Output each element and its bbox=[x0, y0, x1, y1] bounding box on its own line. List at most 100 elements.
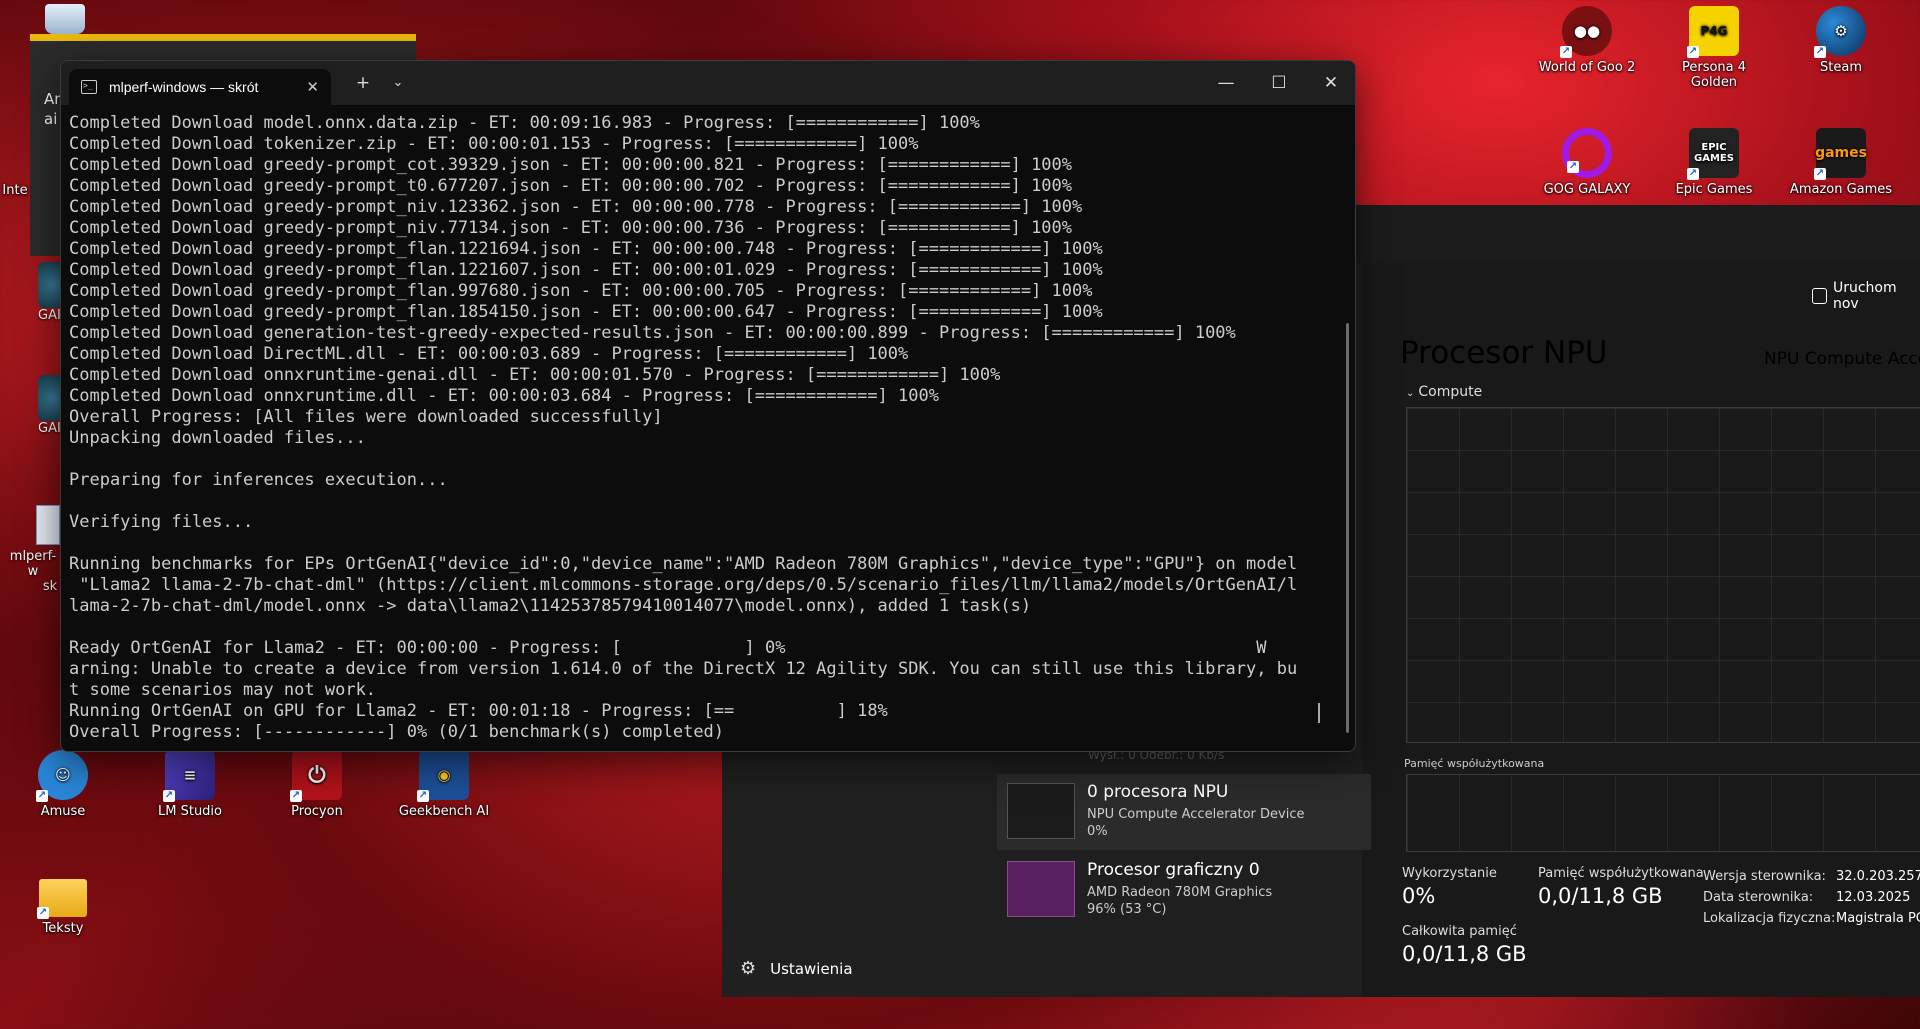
stat-total-memory: Całkowita pamięć 0,0/11,8 GB bbox=[1402, 924, 1527, 966]
desktop-icon-label: Procyon bbox=[291, 804, 343, 819]
desktop-icon-steam[interactable]: ⚙ Steam bbox=[1786, 6, 1896, 75]
run-new-task-button[interactable]: Uruchom nov bbox=[1812, 280, 1920, 312]
gear-icon: ⚙ bbox=[740, 958, 757, 979]
compute-graph-selector[interactable]: ⌄ Compute bbox=[1406, 384, 1482, 400]
tab-title: mlperf-windows — skrót bbox=[109, 79, 259, 95]
terminal-line: Running OrtGenAI on GPU for Llama2 - ET:… bbox=[69, 701, 888, 721]
terminal-line: Completed Download DirectML.dll - ET: 00… bbox=[69, 344, 909, 364]
terminal-line: Completed Download greedy-prompt_t0.6772… bbox=[69, 176, 1073, 196]
tab-dropdown-button[interactable]: ⌄ bbox=[383, 69, 413, 97]
terminal-line: Overall Progress: [------------] 0% (0/1… bbox=[69, 722, 725, 742]
desktop-icon-label: Amazon Games bbox=[1789, 182, 1893, 197]
device-name: 0 procesora NPU bbox=[1087, 782, 1229, 802]
maximize-button[interactable]: ☐ bbox=[1264, 69, 1294, 97]
page-title: Procesor NPU bbox=[1400, 335, 1608, 371]
new-tab-button[interactable]: + bbox=[348, 69, 378, 97]
world-of-goo-icon: ●● bbox=[1560, 6, 1612, 58]
desktop-icon-mlperf[interactable]: mlperf-w sk bbox=[6, 505, 60, 594]
desktop-icon-amazon[interactable]: games Amazon Games bbox=[1786, 128, 1896, 197]
terminal-icon: >_ bbox=[81, 80, 97, 94]
desktop-icon-label: Epic Games bbox=[1675, 182, 1753, 197]
terminal-window[interactable]: >_ mlperf-windows — skrót ✕ + ⌄ — ☐ ✕ Co… bbox=[60, 60, 1356, 752]
recycle-bin-icon bbox=[45, 4, 85, 34]
compute-graph bbox=[1406, 407, 1920, 743]
run-new-task-label: Uruchom nov bbox=[1832, 280, 1897, 312]
desktop-icon-amuse[interactable]: ☺ Amuse bbox=[8, 750, 118, 819]
close-window-button[interactable]: ✕ bbox=[1316, 69, 1346, 97]
terminal-tab[interactable]: >_ mlperf-windows — skrót ✕ bbox=[69, 69, 331, 105]
stat-label: Wykorzystanie bbox=[1402, 866, 1497, 881]
desktop-icon-gog[interactable]: GOG GALAXY bbox=[1532, 128, 1642, 197]
driver-date-label: Data sterownika: bbox=[1703, 890, 1814, 905]
terminal-line: Verifying files... bbox=[69, 512, 254, 532]
desktop-icon-label: Inte bbox=[2, 183, 28, 198]
desktop-icon-lmstudio[interactable]: ≡ LM Studio bbox=[135, 750, 245, 819]
device-desc: NPU Compute Accelerator Device bbox=[1087, 807, 1305, 822]
desktop-icon-geekbench[interactable]: ◉ Geekbench AI bbox=[389, 750, 499, 819]
terminal-line: Completed Download greedy-prompt_flan.99… bbox=[69, 281, 1093, 301]
stat-usage: Wykorzystanie 0% bbox=[1402, 866, 1497, 908]
device-usage: 96% (53 °C) bbox=[1087, 902, 1167, 917]
driver-version-label: Wersja sterownika: bbox=[1703, 869, 1826, 884]
terminal-output[interactable]: Completed Download model.onnx.data.zip -… bbox=[69, 113, 1333, 743]
terminal-line: Preparing for inferences execution... bbox=[69, 470, 448, 490]
desktop-icon-epic[interactable]: EPIC GAMES Epic Games bbox=[1659, 128, 1769, 197]
desktop-icon-label: Amuse bbox=[40, 804, 86, 819]
terminal-line: arning: Unable to create a device from v… bbox=[69, 659, 1298, 679]
desktop-icon-label: GOG GALAXY bbox=[1543, 182, 1631, 197]
terminal-line: Completed Download greedy-prompt_flan.12… bbox=[69, 260, 1103, 280]
epic-games-icon: EPIC GAMES bbox=[1687, 128, 1739, 180]
amuse-icon: ☺ bbox=[36, 750, 88, 802]
terminal-titlebar[interactable]: >_ mlperf-windows — skrót ✕ + ⌄ — ☐ ✕ bbox=[61, 61, 1355, 105]
terminal-line: Unpacking downloaded files... bbox=[69, 428, 366, 448]
terminal-line: Overall Progress: [All files were downlo… bbox=[69, 407, 663, 427]
terminal-line: Completed Download generation-test-greed… bbox=[69, 323, 1236, 343]
stat-value: 0% bbox=[1402, 884, 1436, 908]
desktop-icon-label: Persona 4 Golden bbox=[1681, 60, 1747, 90]
terminal-line: Completed Download greedy-prompt_niv.123… bbox=[69, 197, 1083, 217]
desktop-icon-label: mlperf-w bbox=[9, 549, 57, 579]
device-thumbnail bbox=[1007, 861, 1075, 917]
desktop-icon-world-of-goo[interactable]: ●● World of Goo 2 bbox=[1532, 6, 1642, 75]
driver-info-values: 32.0.203.257 12.03.2025 Magistrala PCI bbox=[1836, 866, 1920, 929]
device-name: Procesor graficzny 0 bbox=[1087, 860, 1260, 880]
geekbench-icon: ◉ bbox=[417, 750, 469, 802]
terminal-line: "Llama2 llama-2-7b-chat-dml" (https://cl… bbox=[69, 575, 1298, 595]
terminal-scrollbar[interactable] bbox=[1346, 323, 1349, 733]
minimize-button[interactable]: — bbox=[1211, 69, 1241, 97]
file-icon bbox=[36, 505, 60, 545]
desktop-icon-recycle-bin[interactable] bbox=[40, 4, 90, 34]
terminal-line: lama-2-7b-chat-dml/model.onnx -> data\ll… bbox=[69, 596, 1032, 616]
desktop-icon-label: Teksty bbox=[42, 921, 84, 936]
terminal-line: Completed Download greedy-prompt_flan.18… bbox=[69, 302, 1103, 322]
terminal-line: Completed Download onnxruntime-genai.dll… bbox=[69, 365, 1001, 385]
desktop-icon-label: Geekbench AI bbox=[398, 804, 490, 819]
terminal-cursor bbox=[1318, 703, 1320, 723]
driver-version-value: 32.0.203.257 bbox=[1836, 869, 1920, 884]
terminal-line: t some scenarios may not work. bbox=[69, 680, 377, 700]
desktop-icon-teksty[interactable]: Teksty bbox=[8, 873, 118, 936]
lm-studio-icon: ≡ bbox=[163, 750, 215, 802]
stat-value: 0,0/11,8 GB bbox=[1538, 884, 1663, 908]
settings-button[interactable]: ⚙ Ustawienia bbox=[740, 958, 853, 979]
device-row-npu[interactable]: 0 procesora NPU NPU Compute Accelerator … bbox=[997, 774, 1371, 850]
terminal-line: Completed Download greedy-prompt_cot.393… bbox=[69, 155, 1073, 175]
stat-value: 0,0/11,8 GB bbox=[1402, 942, 1527, 966]
stat-label: Całkowita pamięć bbox=[1402, 924, 1517, 939]
driver-info-labels: Wersja sterownika: Data sterownika: Loka… bbox=[1703, 866, 1835, 929]
terminal-line: Ready OrtGenAI for Llama2 - ET: 00:00:00… bbox=[69, 638, 1267, 658]
amazon-games-icon: games bbox=[1814, 128, 1867, 180]
terminal-line: Completed Download onnxruntime.dll - ET:… bbox=[69, 386, 939, 406]
shared-memory-graph-label: Pamięć współużytkowana bbox=[1404, 757, 1545, 770]
desktop-icon-procyon[interactable]: ⏻ Procyon bbox=[262, 750, 372, 819]
device-thumbnail bbox=[1007, 783, 1075, 839]
desktop-icon-label: LM Studio bbox=[158, 804, 222, 819]
desktop-icon-label: Steam bbox=[1820, 60, 1862, 75]
run-task-icon bbox=[1812, 288, 1827, 304]
desktop-icon-persona[interactable]: P4G Persona 4 Golden bbox=[1659, 6, 1769, 90]
device-row-gpu[interactable]: Procesor graficzny 0 AMD Radeon 780M Gra… bbox=[997, 852, 1371, 928]
close-tab-icon[interactable]: ✕ bbox=[306, 78, 319, 96]
